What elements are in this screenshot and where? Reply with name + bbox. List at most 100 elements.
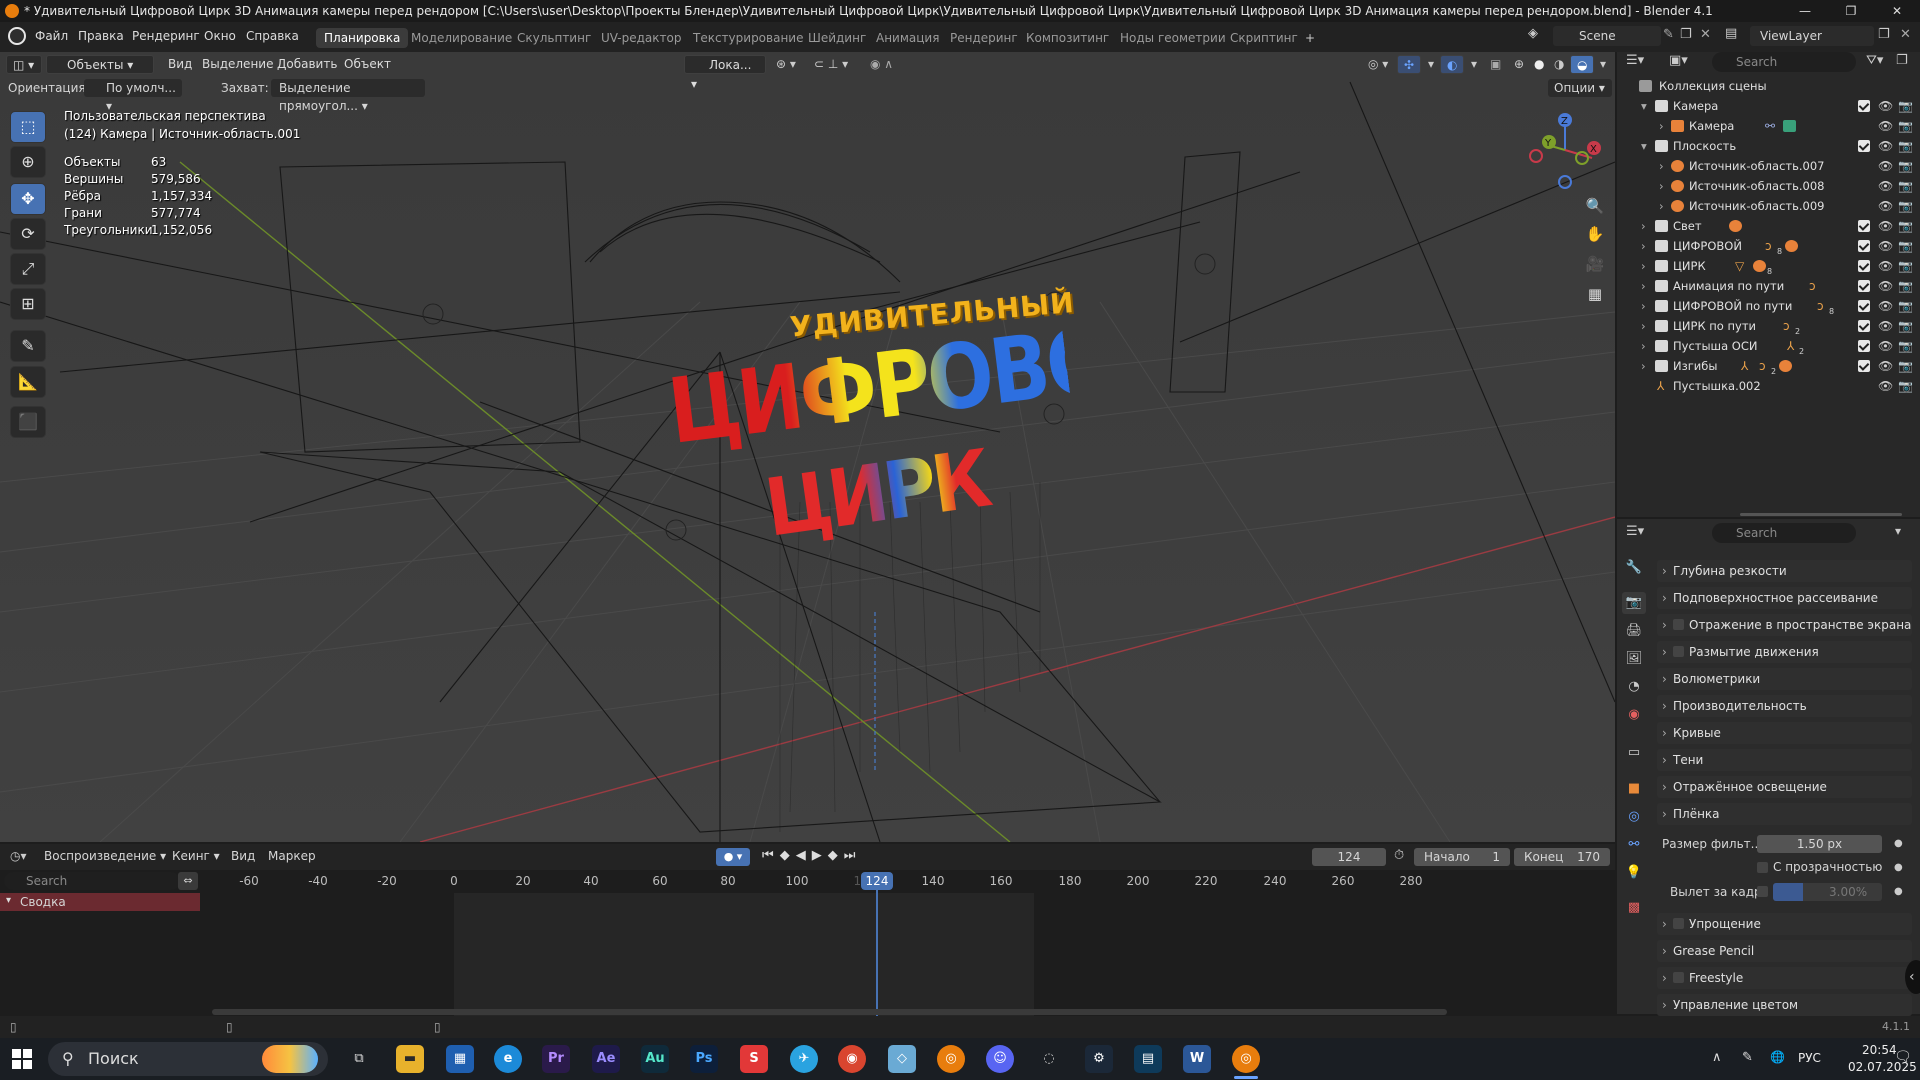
outliner-row-scene-collection[interactable]: Коллекция сцены (1617, 76, 1920, 96)
snap-settings-icon[interactable]: ⊛ ▾ (770, 55, 802, 74)
properties-editor-type-icon[interactable]: ☰▾ (1626, 524, 1644, 539)
outliner-display-mode-icon[interactable]: ▣▾ (1669, 53, 1688, 68)
collection-tab-icon[interactable]: ▭ (1622, 742, 1646, 764)
physics-tab-icon[interactable]: ◎ (1622, 806, 1646, 828)
outliner-row-empty-axes[interactable]: › Пустыша ОСИ ⅄ 2 👁 📷 (1617, 336, 1920, 356)
keying-menu[interactable]: Кеинг ▾ (172, 849, 220, 863)
new-collection-icon[interactable]: ❐ (1896, 53, 1908, 68)
outliner-row-bends[interactable]: › Изгибы ⅄ ↄ 2 👁 📷 (1617, 356, 1920, 376)
cursor-tool-icon[interactable]: ⊕ (10, 146, 46, 178)
app-blue-icon[interactable]: ◇ (888, 1045, 916, 1073)
close-window-button[interactable]: ✕ (1874, 0, 1920, 22)
eye-icon[interactable]: 👁 (1878, 136, 1893, 156)
jump-end-icon[interactable]: ⏭ (844, 848, 862, 863)
panel-color-management[interactable]: Управление цветом (1657, 994, 1912, 1016)
blender-active-icon[interactable]: ◎ (1232, 1045, 1260, 1073)
playhead-line[interactable] (876, 872, 878, 1016)
world-tab-icon[interactable]: ◉ (1622, 704, 1646, 726)
outliner-row-light-collection[interactable]: › Свет 👁 📷 (1617, 216, 1920, 236)
menu-add[interactable]: Добавить (271, 55, 343, 74)
view-layer-icon[interactable]: ▤ (1725, 26, 1745, 46)
outliner-editor-type-icon[interactable]: ☰▾ (1626, 53, 1644, 68)
visibility-icon[interactable]: ◎ ▾ (1362, 55, 1394, 74)
render-camera-icon[interactable]: 📷 (1898, 136, 1913, 156)
exclude-checkbox[interactable] (1858, 340, 1870, 352)
panel-subsurface-scattering[interactable]: Подповерхностное рассеивание (1657, 587, 1912, 609)
snapping-toggle-icon[interactable]: ⊂ ⊥ ▾ (808, 55, 854, 74)
delete-scene-icon[interactable]: ✕ (1700, 27, 1711, 42)
outliner-row-digital-path[interactable]: › ЦИФРОВОЙ по пути ↄ 8 👁 📷 (1617, 296, 1920, 316)
app-red-icon[interactable]: S (740, 1045, 768, 1073)
word-icon[interactable]: W (1183, 1045, 1211, 1073)
playback-menu[interactable]: Воспроизведение ▾ (44, 849, 166, 863)
playback-controls[interactable]: ⏮◆◀▶◆⏭ (762, 848, 861, 863)
photoshop-icon[interactable]: Ps (690, 1045, 718, 1073)
scene-selector[interactable]: Scene (1553, 26, 1661, 46)
delete-view-layer-icon[interactable]: ✕ (1900, 27, 1911, 42)
summary-channel[interactable]: Сводка (0, 893, 200, 911)
steam-icon[interactable]: ⚙ (1085, 1045, 1113, 1073)
exclude-checkbox[interactable] (1858, 240, 1870, 252)
animate-property-icon[interactable]: ● (1894, 886, 1903, 897)
windows-start-icon[interactable] (12, 1049, 32, 1069)
panel-screen-space-reflections[interactable]: Отражение в пространстве экрана (1657, 614, 1912, 636)
eye-icon[interactable]: 👁 (1878, 236, 1893, 256)
tool-tab-icon[interactable]: 🔧 (1622, 557, 1646, 579)
after-effects-icon[interactable]: Ae (592, 1045, 620, 1073)
play-icon[interactable]: ▶ (812, 848, 828, 863)
panel-volumetrics[interactable]: Волюметрики (1657, 668, 1912, 690)
menu-render[interactable]: Рендеринг (132, 29, 200, 43)
blender-taskbar-icon[interactable]: ◎ (937, 1045, 965, 1073)
tab-layout[interactable]: Планировка (316, 28, 409, 48)
tray-expand-icon[interactable]: ∧ (1712, 1050, 1722, 1065)
timeline-view-menu[interactable]: Вид (231, 849, 255, 863)
render-camera-icon[interactable]: 📷 (1898, 196, 1913, 216)
menu-view[interactable]: Вид (162, 55, 198, 74)
outliner-row-digital-collection[interactable]: › ЦИФРОВОЙ ↄ 8 👁 📷 (1617, 236, 1920, 256)
outliner-row-area-light-008[interactable]: › Источник-область.008 👁 📷 (1617, 176, 1920, 196)
tab-shading[interactable]: Шейдинг (800, 28, 874, 48)
render-camera-icon[interactable]: 📷 (1898, 356, 1913, 376)
overlay-dropdown-icon[interactable]: ▾ (1465, 55, 1483, 74)
render-camera-icon[interactable]: 📷 (1898, 156, 1913, 176)
material-shading-icon[interactable]: ◑ (1548, 55, 1570, 74)
view-layer-tab-icon[interactable]: 🖼 (1622, 648, 1646, 670)
tab-rendering[interactable]: Рендеринг (942, 28, 1026, 48)
exclude-checkbox[interactable] (1858, 360, 1870, 372)
clock-time[interactable]: 20:54 (1862, 1043, 1897, 1057)
panel-performance[interactable]: Производительность (1657, 695, 1912, 717)
object-tab-icon[interactable]: ■ (1622, 778, 1646, 800)
playhead-frame-label[interactable]: 124 (861, 872, 893, 890)
render-camera-icon[interactable]: 📷 (1898, 236, 1913, 256)
next-keyframe-icon[interactable]: ◆ (828, 848, 844, 863)
eye-icon[interactable]: 👁 (1878, 296, 1893, 316)
menu-file[interactable]: Файл (35, 29, 68, 43)
render-camera-icon[interactable]: 📷 (1898, 276, 1913, 296)
chrome-icon[interactable]: ◉ (838, 1045, 866, 1073)
eye-icon[interactable]: 👁 (1878, 356, 1893, 376)
tab-texture-paint[interactable]: Текстурирование (685, 28, 811, 48)
network-icon[interactable]: 🌐 (1770, 1050, 1785, 1064)
outliner-row-area-light-007[interactable]: › Источник-область.007 👁 📷 (1617, 156, 1920, 176)
transform-pivot-selector[interactable]: Лока... ▾ (684, 55, 766, 91)
exclude-checkbox[interactable] (1858, 100, 1870, 112)
output-tab-icon[interactable]: 🖨 (1622, 620, 1646, 642)
tab-modeling[interactable]: Моделирование (403, 28, 520, 48)
preview-range-icon[interactable]: ⏱ (1394, 848, 1404, 863)
select-box-tool-icon[interactable]: ⬚ (10, 111, 46, 143)
3d-viewport[interactable]: УДИВИТЕЛЬНЫЙ ЦИФРОВОЙ ЦИРК (0, 52, 1615, 842)
file-explorer-icon[interactable]: ▬ (396, 1045, 424, 1073)
tab-sculpting[interactable]: Скульптинг (509, 28, 599, 48)
add-cube-tool-icon[interactable]: ⬛ (10, 406, 46, 438)
language-indicator[interactable]: РУС (1798, 1051, 1821, 1065)
summary-expand-icon[interactable]: ▾ (6, 895, 11, 906)
eye-icon[interactable]: 👁 (1878, 376, 1893, 396)
shading-dropdown-icon[interactable]: ▾ (1594, 55, 1612, 74)
app-window-icon[interactable]: ▤ (1134, 1045, 1162, 1073)
jump-start-icon[interactable]: ⏮ (762, 848, 780, 863)
simplify-checkbox[interactable] (1673, 918, 1684, 929)
add-workspace-button[interactable]: + (1297, 28, 1323, 48)
render-camera-icon[interactable]: 📷 (1898, 336, 1913, 356)
menu-select[interactable]: Выделение (196, 55, 279, 74)
render-camera-icon[interactable]: 📷 (1898, 316, 1913, 336)
